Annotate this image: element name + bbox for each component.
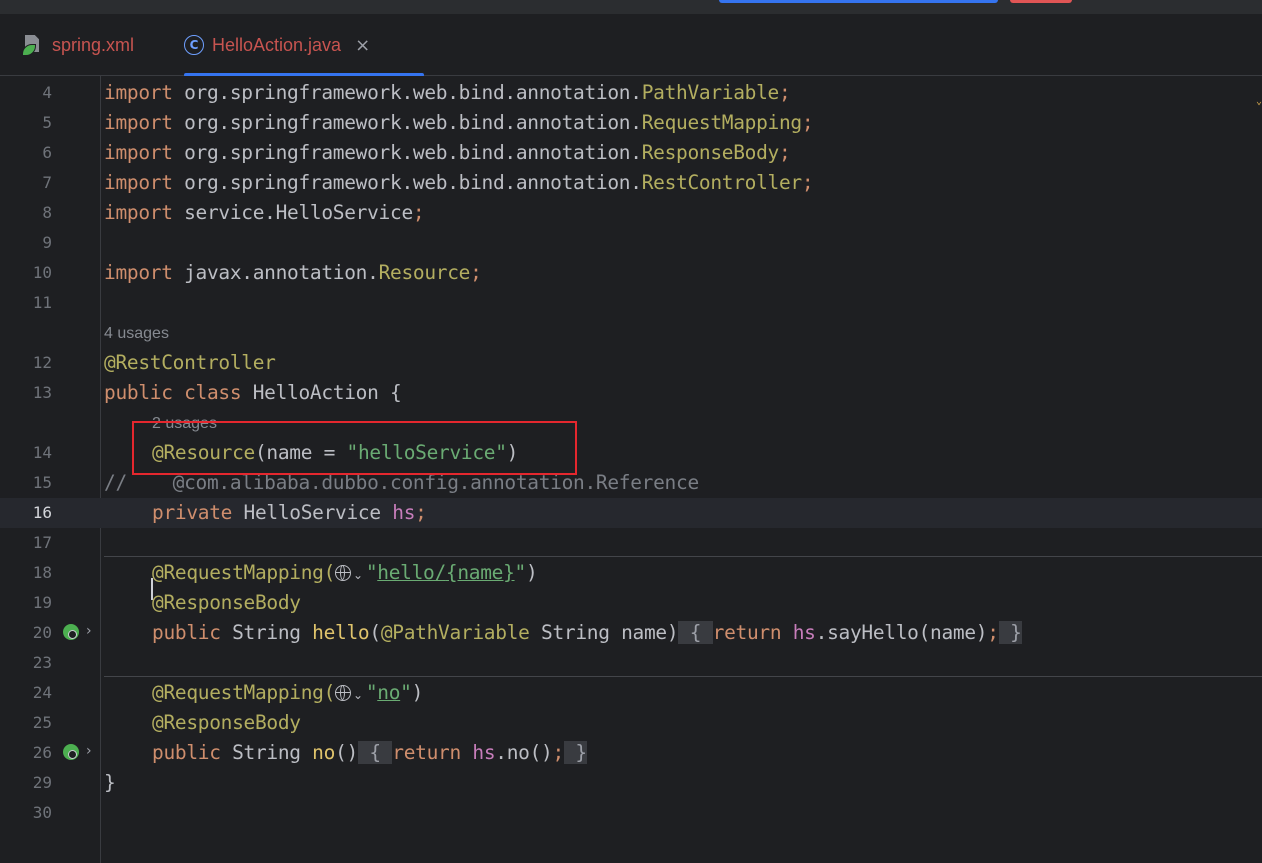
code-line: 4 import org.springframework.web.bind.an…: [0, 78, 1262, 108]
code-line: 6 import org.springframework.web.bind.an…: [0, 138, 1262, 168]
chevron-down-icon[interactable]: ⌄: [353, 568, 363, 582]
code-line: 18 @RequestMapping(⌄ "hello/{name}"): [0, 558, 1262, 588]
line-number: 9: [42, 233, 52, 252]
code-line: 24 @RequestMapping(⌄ "no"): [0, 678, 1262, 708]
tab-label: spring.xml: [52, 34, 135, 55]
code-text: import service.HelloService;: [104, 201, 425, 224]
line-number: 5: [42, 113, 52, 132]
line-number: 16: [32, 503, 52, 522]
line-number: 24: [32, 683, 52, 702]
fold-chevron-icon[interactable]: ›: [86, 743, 92, 759]
url-path-link[interactable]: no: [377, 681, 400, 704]
line-number: 17: [32, 533, 52, 552]
line-number: 14: [32, 443, 52, 462]
line-number: 18: [32, 563, 52, 582]
code-text: public String hello(@PathVariable String…: [152, 621, 1022, 644]
code-line: 25 @ResponseBody: [0, 708, 1262, 738]
code-text: public String no() { return hs.no(); }: [152, 741, 587, 764]
code-text: }: [104, 771, 116, 794]
method-separator: [104, 556, 1262, 557]
top-toolbar: [0, 0, 1262, 14]
url-path-link[interactable]: hello/: [377, 561, 446, 584]
highlight-annotation-box: [132, 421, 577, 475]
line-number: 25: [32, 713, 52, 732]
line-number: 30: [32, 803, 52, 822]
editor-tab-bar: spring.xml C HelloAction.java ×: [0, 14, 1262, 77]
toolbar-accent-red: [1010, 0, 1072, 3]
code-line: 13 public class HelloAction {: [0, 378, 1262, 408]
line-number: 20: [32, 623, 52, 642]
code-line: 12 @RestController: [0, 348, 1262, 378]
line-number: 7: [42, 173, 52, 192]
code-text: @ResponseBody: [152, 591, 301, 614]
code-text: private HelloService hs;: [152, 501, 427, 524]
web-endpoint-icon[interactable]: [335, 685, 352, 701]
code-line: 5 import org.springframework.web.bind.an…: [0, 108, 1262, 138]
code-line: 9: [0, 228, 1262, 258]
code-text: @RequestMapping(⌄ "no"): [152, 681, 424, 704]
tab-hello-action-java[interactable]: C HelloAction.java ×: [184, 14, 424, 77]
close-tab-icon[interactable]: ×: [355, 35, 370, 56]
code-text: import org.springframework.web.bind.anno…: [104, 81, 791, 104]
spring-xml-file-icon: [22, 34, 44, 56]
code-line: 29 }: [0, 768, 1262, 798]
code-line: 19 @ResponseBody: [0, 588, 1262, 618]
endpoint-globe-icon[interactable]: [63, 624, 81, 642]
code-text: import javax.annotation.Resource;: [104, 261, 482, 284]
code-text: @ResponseBody: [152, 711, 301, 734]
code-text: @RestController: [104, 351, 276, 374]
tab-spring-xml[interactable]: spring.xml: [22, 14, 134, 76]
code-text: import org.springframework.web.bind.anno…: [104, 141, 791, 164]
line-number: 6: [42, 143, 52, 162]
code-line: 11: [0, 288, 1262, 318]
method-separator: [104, 676, 1262, 677]
line-number: 12: [32, 353, 52, 372]
java-class-icon: C: [184, 35, 204, 55]
code-line: 17: [0, 528, 1262, 558]
line-number: 13: [32, 383, 52, 402]
line-number: 26: [32, 743, 52, 762]
chevron-down-icon[interactable]: ⌄: [353, 688, 363, 702]
code-line: 20 › public String hello(@PathVariable S…: [0, 618, 1262, 648]
line-number: 19: [32, 593, 52, 612]
line-number: 29: [32, 773, 52, 792]
line-number: 10: [32, 263, 52, 282]
fold-chevron-icon[interactable]: ›: [86, 623, 92, 639]
code-text: import org.springframework.web.bind.anno…: [104, 111, 814, 134]
code-text: public class HelloAction {: [104, 381, 402, 404]
line-number: 15: [32, 473, 52, 492]
code-line: 23: [0, 648, 1262, 678]
endpoint-globe-icon[interactable]: [63, 744, 81, 762]
code-line: 30: [0, 798, 1262, 828]
toolbar-accent-blue: [719, 0, 998, 3]
web-endpoint-icon[interactable]: [335, 565, 352, 581]
code-line: 26 › public String no() { return hs.no()…: [0, 738, 1262, 768]
tab-label: HelloAction.java: [212, 34, 342, 55]
line-number: 11: [32, 293, 52, 312]
code-line: 10 import javax.annotation.Resource;: [0, 258, 1262, 288]
line-number: 8: [42, 203, 52, 222]
code-text: @RequestMapping(⌄ "hello/{name}"): [152, 561, 538, 584]
code-line: 8 import service.HelloService;: [0, 198, 1262, 228]
line-number: 23: [32, 653, 52, 672]
code-text: import org.springframework.web.bind.anno…: [104, 171, 814, 194]
class-usages-hint[interactable]: 4 usages: [104, 319, 169, 349]
line-number: 4: [42, 83, 52, 102]
code-line-current: 16 private HelloService hs;: [0, 498, 1262, 528]
code-line: 7 import org.springframework.web.bind.an…: [0, 168, 1262, 198]
